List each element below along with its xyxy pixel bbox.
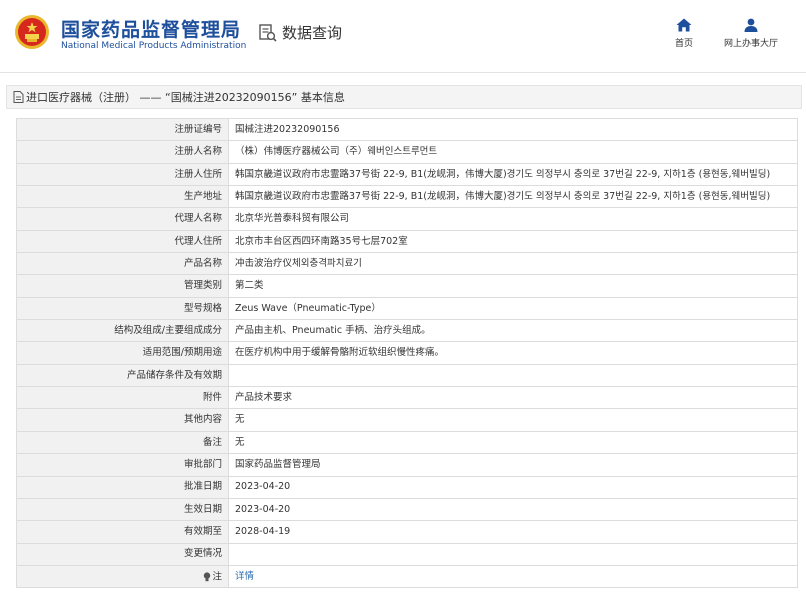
nav-online-hall[interactable]: 网上办事大厅 [718, 18, 784, 49]
document-icon [13, 91, 24, 103]
table-row: 备注无 [16, 430, 798, 455]
field-value: 韩国京畿道议政府市忠霊路37号街 22-9, B1(龙岘洞，伟博大厦)경기도 의… [228, 185, 798, 209]
field-value: （株）伟博医疗器械公司（주）웨버인스트루먼트 [228, 140, 798, 164]
data-query-icon [259, 23, 277, 42]
table-row: 生产地址 韩国京畿道议政府市忠霊路37号街 22-9, B1(龙岘洞，伟博大厦)경… [16, 185, 798, 209]
field-value: 国家药品监督管理局 [228, 453, 798, 477]
field-label: 产品名称 [16, 252, 229, 276]
user-icon [744, 18, 758, 32]
field-value: 北京市丰台区西四环南路35号七层702室 [228, 229, 798, 254]
table-row: 批准日期 2023-04-20 [16, 475, 798, 499]
field-label: 批准日期 [16, 475, 229, 499]
note-row: 注 详情 [16, 564, 798, 589]
breadcrumb-text: 进口医疗器械（注册） —— “国械注进20232090156” 基本信息 [26, 91, 345, 104]
site-subtitle: National Medical Products Administration [61, 41, 247, 51]
note-value-cell: 详情 [228, 564, 798, 589]
field-value [228, 542, 798, 566]
table-row: 适用范围/预期用途 在医疗机构中用于缓解骨骼附近软组织慢性疼痛。 [16, 341, 798, 365]
nav-home-label: 首页 [674, 39, 693, 49]
table-row: 注册证编号 国械注进20232090156 [16, 117, 798, 142]
data-query-link[interactable]: 数据查询 [258, 22, 342, 43]
field-value: 国械注进20232090156 [228, 117, 798, 142]
details-link[interactable]: 详情 [235, 571, 254, 582]
field-value [228, 363, 798, 388]
field-value: 产品由主机、Pneumatic 手柄、治疗头组成。 [228, 319, 798, 343]
field-label: 备注 [16, 430, 229, 455]
field-label: 审批部门 [16, 453, 229, 477]
field-value: Zeus Wave（Pneumatic-Type） [228, 296, 798, 321]
table-row: 其他内容无 [16, 408, 798, 432]
field-value: 北京华光普泰科贸有限公司 [228, 207, 798, 231]
table-row: 注册人住所 韩国京畿道议政府市忠霊路37号街 22-9, B1(龙岘洞，伟博大厦)… [16, 162, 798, 187]
field-label: 适用范围/预期用途 [16, 341, 229, 365]
table-row: 有效期至 2028-04-19 [16, 520, 798, 544]
field-label: 附件 [16, 386, 229, 410]
table-row: 注册人名称 （株）伟博医疗器械公司（주）웨버인스트루먼트 [16, 140, 798, 164]
lightbulb-icon [204, 571, 211, 581]
table-row: 生效日期 2023-04-20 [16, 497, 798, 522]
field-value: 无 [228, 408, 798, 432]
field-label: 生产地址 [16, 185, 229, 209]
field-label: 代理人住所 [16, 229, 229, 254]
field-label: 结构及组成/主要组成成分 [16, 319, 229, 343]
field-label: 变更情况 [16, 542, 229, 566]
field-value: 产品技术要求 [228, 386, 798, 410]
field-label: 型号规格 [16, 296, 229, 321]
nav-online-hall-label: 网上办事大厅 [723, 39, 778, 49]
site-header: 国家药品监督管理局 National Medical Products Admi… [0, 0, 806, 73]
field-value: 无 [228, 430, 798, 455]
field-value: 2023-04-20 [228, 497, 798, 522]
site-title[interactable]: 国家药品监督管理局 [61, 15, 241, 42]
registration-info-table: 注册证编号 国械注进20232090156 注册人名称 （株）伟博医疗器械公司（주）웨… [16, 117, 798, 589]
field-label: 管理类别 [16, 274, 229, 298]
field-label: 其他内容 [16, 408, 229, 432]
field-label: 注册证编号 [16, 117, 229, 142]
table-row: 产品储存条件及有效期 [16, 363, 798, 388]
table-row: 代理人住所 北京市丰台区西四环南路35号七层702室 [16, 229, 798, 254]
field-value: 韩国京畿道议政府市忠霊路37号街 22-9, B1(龙岘洞，伟博大厦)경기도 의… [228, 162, 798, 187]
field-value: 第二类 [228, 274, 798, 298]
home-icon [676, 18, 692, 32]
table-row: 型号规格 Zeus Wave（Pneumatic-Type） [16, 296, 798, 321]
field-label: 产品储存条件及有效期 [16, 363, 229, 388]
field-label: 有效期至 [16, 520, 229, 544]
national-emblem-icon [15, 15, 49, 49]
nav-home[interactable]: 首页 [670, 18, 698, 49]
table-row: 代理人名称 北京华光普泰科贸有限公司 [16, 207, 798, 231]
note-label: 注 [212, 571, 222, 583]
table-row: 附件 产品技术要求 [16, 386, 798, 410]
data-query-label: 数据查询 [282, 24, 343, 42]
field-value: 2023-04-20 [228, 475, 798, 499]
table-row: 产品名称 冲击波治疗仪체외충격파치료기 [16, 252, 798, 276]
field-value: 冲击波治疗仪체외충격파치료기 [228, 252, 798, 276]
field-value: 2028-04-19 [228, 520, 798, 544]
field-label: 代理人名称 [16, 207, 229, 231]
breadcrumb: 进口医疗器械（注册） —— “国械注进20232090156” 基本信息 [6, 85, 802, 109]
table-row: 变更情况 [16, 542, 798, 566]
field-value: 在医疗机构中用于缓解骨骼附近软组织慢性疼痛。 [228, 341, 798, 365]
field-label: 注册人住所 [16, 162, 229, 187]
table-row: 结构及组成/主要组成成分 产品由主机、Pneumatic 手柄、治疗头组成。 [16, 319, 798, 343]
field-label: 注册人名称 [16, 140, 229, 164]
note-label-cell: 注 [16, 564, 229, 589]
table-row: 审批部门 国家药品监督管理局 [16, 453, 798, 477]
field-label: 生效日期 [16, 497, 229, 522]
table-row: 管理类别 第二类 [16, 274, 798, 298]
